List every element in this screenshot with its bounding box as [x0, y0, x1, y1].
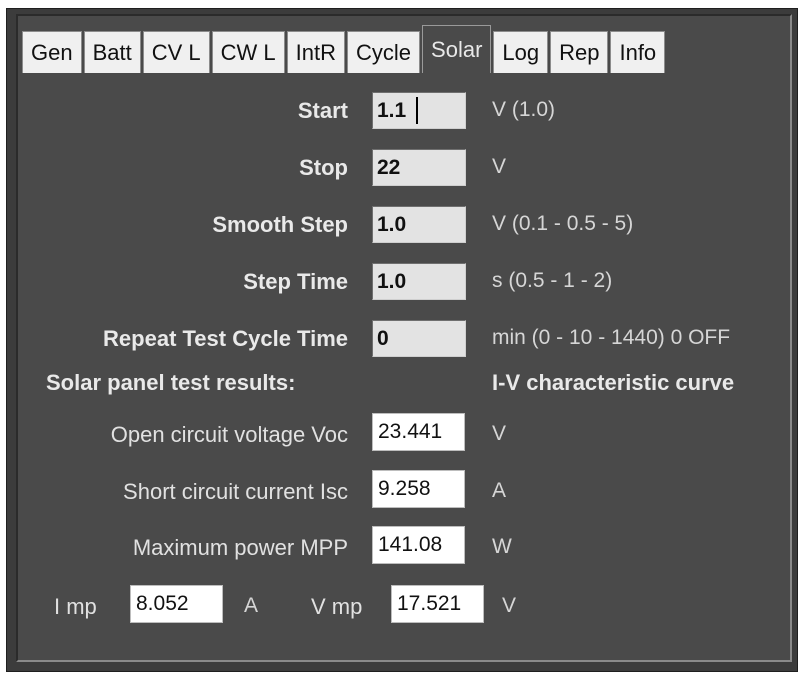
tab-solar[interactable]: Solar [422, 25, 492, 73]
repeat-cycle-time-unit: min (0 - 10 - 1440) 0 OFF [492, 326, 731, 349]
tab-log[interactable]: Log [493, 31, 549, 73]
isc-unit: A [492, 479, 507, 502]
smooth-step-label: Smooth Step [212, 212, 348, 237]
stop-unit: V [492, 155, 507, 178]
step-time-unit: s (0.5 - 1 - 2) [492, 269, 613, 292]
step-time-label: Step Time [243, 269, 348, 294]
start-label: Start [297, 98, 348, 123]
mpp-unit: W [492, 535, 512, 558]
smooth-step-input[interactable] [372, 206, 466, 243]
iv-curve-heading: I-V characteristic curve [492, 370, 735, 395]
vmp-value [391, 585, 484, 623]
text-caret [416, 97, 418, 124]
results-heading: Solar panel test results: [46, 370, 296, 395]
voc-value [372, 413, 465, 451]
imp-unit: A [244, 594, 259, 617]
tab-rep[interactable]: Rep [550, 31, 609, 73]
repeat-cycle-time-input[interactable] [372, 320, 466, 357]
mpp-label: Maximum power MPP [132, 535, 348, 560]
isc-value [372, 470, 465, 508]
repeat-cycle-time-label: Repeat Test Cycle Time [103, 326, 348, 351]
start-unit: V (1.0) [492, 98, 556, 121]
imp-label: I mp [54, 594, 97, 619]
tab-bar: Gen Batt CV L CW L IntR Cycle Solar Log … [22, 25, 667, 73]
imp-value [130, 585, 223, 623]
tab-info[interactable]: Info [610, 31, 666, 73]
stop-input[interactable] [372, 149, 466, 186]
voc-unit: V [492, 422, 507, 445]
isc-label: Short circuit current Isc [123, 479, 348, 504]
tab-cw-l[interactable]: CW L [211, 31, 285, 73]
tab-intr[interactable]: IntR [286, 31, 346, 73]
vmp-label: V mp [311, 594, 363, 619]
tab-gen[interactable]: Gen [22, 31, 82, 73]
tab-cycle[interactable]: Cycle [347, 31, 421, 73]
smooth-step-unit: V (0.1 - 0.5 - 5) [492, 212, 634, 235]
vmp-unit: V [502, 594, 517, 617]
stop-label: Stop [299, 155, 348, 180]
start-input[interactable] [372, 92, 466, 129]
tab-batt[interactable]: Batt [83, 31, 141, 73]
mpp-value [372, 526, 465, 564]
voc-label: Open circuit voltage Voc [110, 422, 348, 447]
tab-cv-l[interactable]: CV L [142, 31, 210, 73]
step-time-input[interactable] [372, 263, 466, 300]
